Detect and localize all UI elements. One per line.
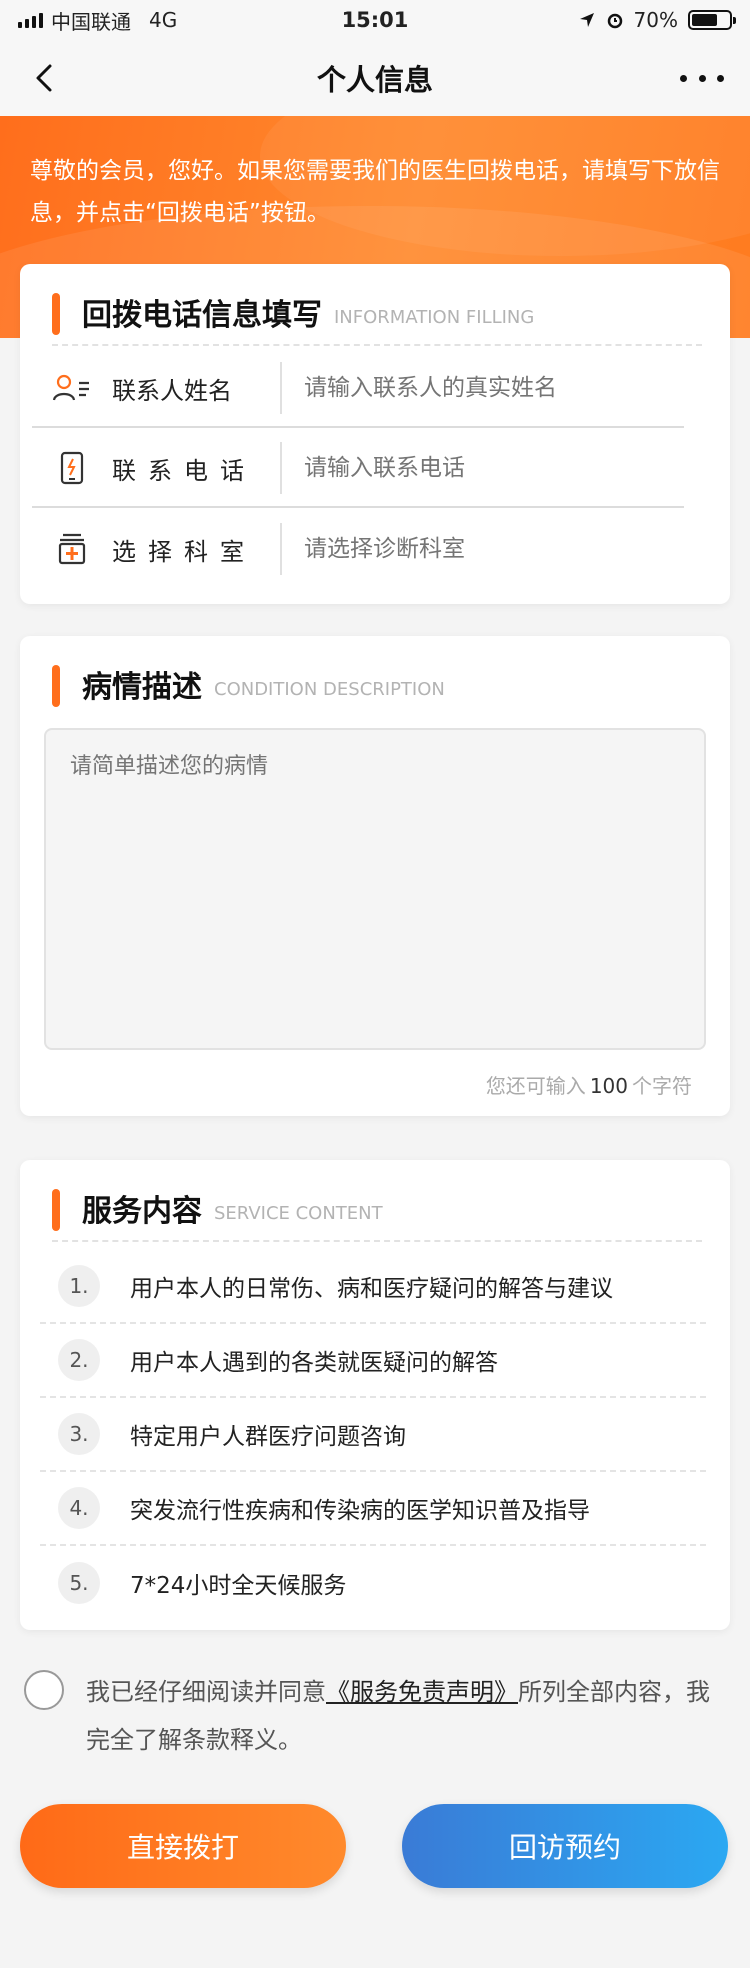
item-number: 3. <box>58 1413 100 1455</box>
phone-row[interactable]: 联系电话 <box>32 430 684 508</box>
phone-label: 联系电话 <box>112 456 256 485</box>
item-number: 4. <box>58 1487 100 1529</box>
disclaimer-link[interactable]: 《服务免责声明》 <box>326 1678 518 1706</box>
service-card: 服务内容 SERVICE CONTENT 1. 用户本人的日常伤、病和医疗疑问的… <box>20 1160 730 1630</box>
status-bar: 中国联通 4G 15:01 70% <box>0 0 750 40</box>
item-number: 1. <box>58 1265 100 1307</box>
contact-name-input[interactable] <box>304 375 684 401</box>
divider <box>52 344 702 346</box>
card-header: 病情描述 CONDITION DESCRIPTION <box>52 664 445 708</box>
card-subtitle: SERVICE CONTENT <box>214 1203 383 1224</box>
field-divider <box>280 362 282 414</box>
more-dot <box>680 74 687 82</box>
divider <box>52 1240 702 1242</box>
agreement: 我已经仔细阅读并同意《服务免责声明》所列全部内容，我完全了解条款释义。 <box>24 1668 730 1764</box>
direct-call-button[interactable]: 直接拨打 <box>20 1804 346 1888</box>
card-subtitle: CONDITION DESCRIPTION <box>214 679 445 700</box>
carrier-label: 中国联通 <box>51 9 131 34</box>
agreement-prefix: 我已经仔细阅读并同意 <box>86 1678 326 1706</box>
page-title: 个人信息 <box>316 63 433 97</box>
accent-bar <box>52 1189 60 1231</box>
chevron-left-icon <box>36 64 52 92</box>
more-dot <box>717 74 724 82</box>
status-right: 70% <box>578 8 736 32</box>
callback-appointment-button[interactable]: 回访预约 <box>402 1804 728 1888</box>
phone-icon <box>32 451 112 485</box>
char-counter: 您还可输入 100 个字符 <box>486 1070 692 1099</box>
item-text: 7*24小时全天候服务 <box>130 1573 347 1599</box>
item-text: 用户本人的日常伤、病和医疗疑问的解答与建议 <box>130 1276 613 1302</box>
condition-textarea[interactable] <box>44 728 706 1050</box>
service-item: 4. 突发流行性疾病和传染病的医学知识普及指导 <box>40 1472 706 1546</box>
location-icon <box>579 13 594 27</box>
more-button[interactable] <box>676 60 728 96</box>
nav-bar: 个人信息 <box>0 40 750 116</box>
callback-info-card: 回拨电话信息填写 INFORMATION FILLING 联系人姓名 联系电话 … <box>20 264 730 604</box>
department-label: 选择科室 <box>112 537 256 566</box>
battery-icon <box>688 10 736 30</box>
card-subtitle: INFORMATION FILLING <box>334 307 535 328</box>
contact-name-row[interactable]: 联系人姓名 <box>32 350 684 428</box>
accent-bar <box>52 293 60 335</box>
condition-card: 病情描述 CONDITION DESCRIPTION 您还可输入100个字符 <box>20 636 730 1116</box>
alarm-icon <box>607 13 622 29</box>
department-icon <box>32 532 112 566</box>
counter-value: 100 <box>589 1074 628 1098</box>
department-select[interactable] <box>304 536 684 562</box>
contact-person-icon <box>32 373 112 403</box>
status-left: 中国联通 4G <box>18 6 177 35</box>
service-item: 2. 用户本人遇到的各类就医疑问的解答 <box>40 1324 706 1398</box>
service-item: 1. 用户本人的日常伤、病和医疗疑问的解答与建议 <box>40 1250 706 1324</box>
item-text: 用户本人遇到的各类就医疑问的解答 <box>130 1350 498 1376</box>
field-divider <box>280 442 282 494</box>
banner-text: 尊敬的会员，您好。如果您需要我们的医生回拨电话，请填写下放信息，并点击“回拨电话… <box>30 158 720 226</box>
agreement-text: 我已经仔细阅读并同意《服务免责声明》所列全部内容，我完全了解条款释义。 <box>86 1668 730 1764</box>
card-header: 服务内容 SERVICE CONTENT <box>52 1188 383 1232</box>
item-text: 突发流行性疾病和传染病的医学知识普及指导 <box>130 1498 590 1524</box>
signal-icon <box>18 12 43 28</box>
card-title: 服务内容 <box>82 1194 202 1229</box>
counter-prefix: 您还可输入 <box>485 1074 586 1098</box>
battery-fill <box>692 14 718 26</box>
more-dot <box>698 74 706 82</box>
field-divider <box>280 523 282 575</box>
item-number: 2. <box>58 1339 100 1381</box>
battery-percent: 70% <box>633 8 678 32</box>
accent-bar <box>52 665 60 707</box>
network-label: 4G <box>149 8 178 32</box>
card-header: 回拨电话信息填写 INFORMATION FILLING <box>52 292 534 336</box>
back-button[interactable] <box>24 58 64 98</box>
agree-checkbox[interactable] <box>24 1670 64 1710</box>
department-row[interactable]: 选择科室 <box>32 510 684 588</box>
service-item: 3. 特定用户人群医疗问题咨询 <box>40 1398 706 1472</box>
contact-name-label: 联系人姓名 <box>112 376 232 405</box>
service-item: 5. 7*24小时全天候服务 <box>40 1546 706 1620</box>
phone-input[interactable] <box>304 455 684 481</box>
card-title: 病情描述 <box>82 670 202 705</box>
counter-suffix: 个字符 <box>632 1074 692 1098</box>
item-number: 5. <box>58 1562 100 1604</box>
item-text: 特定用户人群医疗问题咨询 <box>130 1424 406 1450</box>
card-title: 回拨电话信息填写 <box>82 298 322 333</box>
